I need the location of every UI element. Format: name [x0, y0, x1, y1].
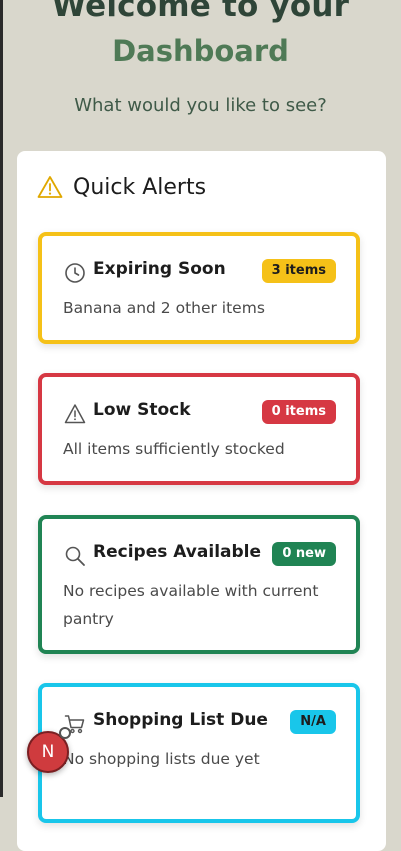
left-edge-divider	[0, 0, 3, 797]
alert-card-expiring-soon[interactable]: Expiring Soon 3 items Banana and 2 other…	[38, 232, 360, 344]
alert-card-title: Expiring Soon	[93, 259, 226, 279]
quick-alerts-panel: Quick Alerts Expiring Soon 3 items Banan…	[17, 151, 386, 851]
clock-icon	[65, 263, 85, 283]
page-subtitle: What would you like to see?	[74, 95, 327, 116]
quick-alerts-header: Quick Alerts	[37, 172, 206, 202]
page-title-line2: Dashboard	[112, 34, 289, 68]
alert-card-title: Low Stock	[93, 400, 191, 420]
notification-dot-icon	[59, 727, 71, 739]
alert-card-shopping-list-due[interactable]: Shopping List Due N/A No shopping lists …	[38, 683, 360, 823]
page-title-line1: Welcome to your	[51, 0, 350, 24]
status-badge: 0 items	[261, 400, 336, 424]
alert-card-description: All items sufficiently stocked	[63, 440, 285, 458]
warning-triangle-icon	[64, 404, 86, 424]
status-badge: N/A	[290, 710, 336, 734]
alert-card-description: No shopping lists due yet	[63, 750, 260, 768]
status-badge: 0 new	[272, 542, 336, 566]
search-icon	[65, 546, 85, 566]
alert-card-low-stock[interactable]: Low Stock 0 items All items sufficiently…	[38, 373, 360, 485]
alert-card-title: Shopping List Due	[93, 710, 268, 730]
quick-alerts-title: Quick Alerts	[73, 174, 207, 200]
alert-card-description: Banana and 2 other items	[63, 299, 265, 317]
alert-card-title: Recipes Available	[93, 542, 262, 562]
alert-card-recipes-available[interactable]: Recipes Available 0 new No recipes avail…	[38, 515, 360, 654]
status-badge: 3 items	[261, 259, 336, 283]
alert-card-description: No recipes available with current pantry	[63, 582, 319, 628]
notification-avatar-label: N	[41, 742, 55, 762]
warning-triangle-icon	[37, 176, 63, 198]
